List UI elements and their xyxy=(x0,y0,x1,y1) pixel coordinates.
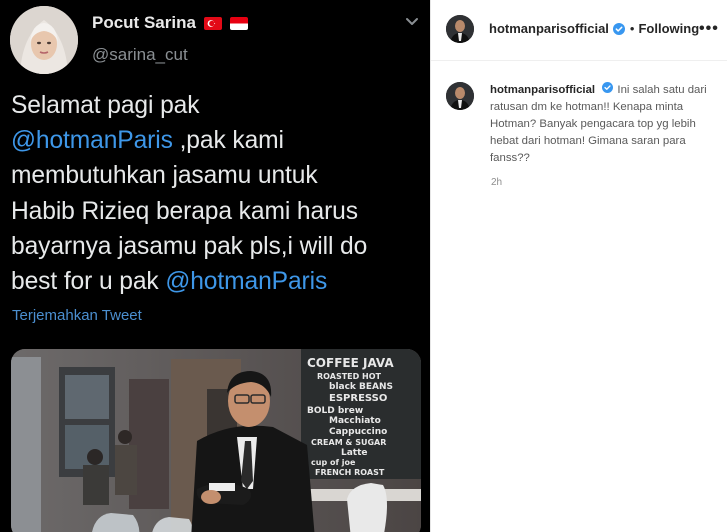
tweet-mention-link[interactable]: @hotmanParis xyxy=(11,127,173,154)
signage-text: cup of joe xyxy=(311,458,356,467)
tweet-author-avatar xyxy=(10,6,78,74)
verified-badge-icon xyxy=(612,22,625,35)
post-header-user: hotmanparisofficial • Following xyxy=(489,21,699,36)
caption-author-username[interactable]: hotmanparisofficial xyxy=(490,84,595,96)
verified-badge-circle xyxy=(602,82,614,93)
following-button[interactable]: Following xyxy=(638,21,699,36)
tweet-text-line: Habib Rizieq berapa kami harus xyxy=(11,197,358,225)
signage-text: Macchiato xyxy=(329,416,381,426)
tweet-text-line: bayarnya jasamu pak pls,i will do xyxy=(11,232,368,260)
tweet-text-line: @hotmanParis ,pak kami xyxy=(11,123,426,158)
verified-badge-icon xyxy=(602,82,614,94)
instagram-side-panel: hotmanparisofficial • Following ••• hotm… xyxy=(430,0,727,532)
tweet-text-line: membutuhkan jasamu untuk xyxy=(11,162,318,190)
signage-text: BOLD brew xyxy=(307,406,363,416)
signage-text: Cappuccino xyxy=(329,427,387,437)
chevron-down-icon[interactable] xyxy=(403,12,421,30)
signage-text: COFFEE JAVA xyxy=(307,356,394,370)
tweet-text: Selamat pagi pak @hotmanParis ,pak kami … xyxy=(11,88,426,299)
tweet-photo: COFFEE JAVA ROASTED HOT black BEANS ESPR… xyxy=(11,349,421,532)
signage-text: FRENCH ROAST xyxy=(315,468,385,477)
post-header: hotmanparisofficial • Following ••• xyxy=(431,0,727,61)
translate-tweet-link[interactable]: Terjemahkan Tweet xyxy=(12,307,142,324)
avatar[interactable] xyxy=(446,15,474,43)
tweet-text-line: best for u pak @hotmanParis xyxy=(11,264,426,299)
tweet-text-line: Selamat pagi pak xyxy=(11,92,200,119)
avatar[interactable] xyxy=(446,82,474,110)
more-options-icon[interactable]: ••• xyxy=(699,20,719,38)
turkey-flag-icon xyxy=(203,16,222,30)
tweet-author-handle: @sarina_cut xyxy=(92,45,188,64)
signage-text: ESPRESSO xyxy=(329,393,387,404)
tweet-text-fragment: best for u pak xyxy=(11,268,166,296)
caption-body: hotmanparisofficial Ini salah satu dari … xyxy=(490,82,722,167)
verified-badge-circle xyxy=(612,22,625,35)
signage-text: black BEANS xyxy=(329,382,393,392)
post-timestamp[interactable]: 2h xyxy=(491,177,502,188)
indonesia-flag-icon xyxy=(229,16,248,30)
tweet-author-name: Pocut Sarina xyxy=(92,13,196,32)
signage-text: CREAM & SUGAR xyxy=(311,438,386,447)
tweet-author-row: Pocut Sarina xyxy=(92,13,248,33)
post-image: Pocut Sarina @sarina_cut Selamat pagi pa… xyxy=(0,0,430,532)
signage-text: Latte xyxy=(341,448,368,458)
separator-dot: • xyxy=(629,21,635,36)
caption-text: Ini salah satu dari ratusan dm ke hotman… xyxy=(490,84,707,164)
tweet-text-fragment: ,pak kami xyxy=(172,127,284,155)
signage-text: ROASTED HOT xyxy=(317,372,382,381)
tweet-mention-link[interactable]: @hotmanParis xyxy=(165,268,327,295)
post-author-username[interactable]: hotmanparisofficial xyxy=(489,21,609,36)
